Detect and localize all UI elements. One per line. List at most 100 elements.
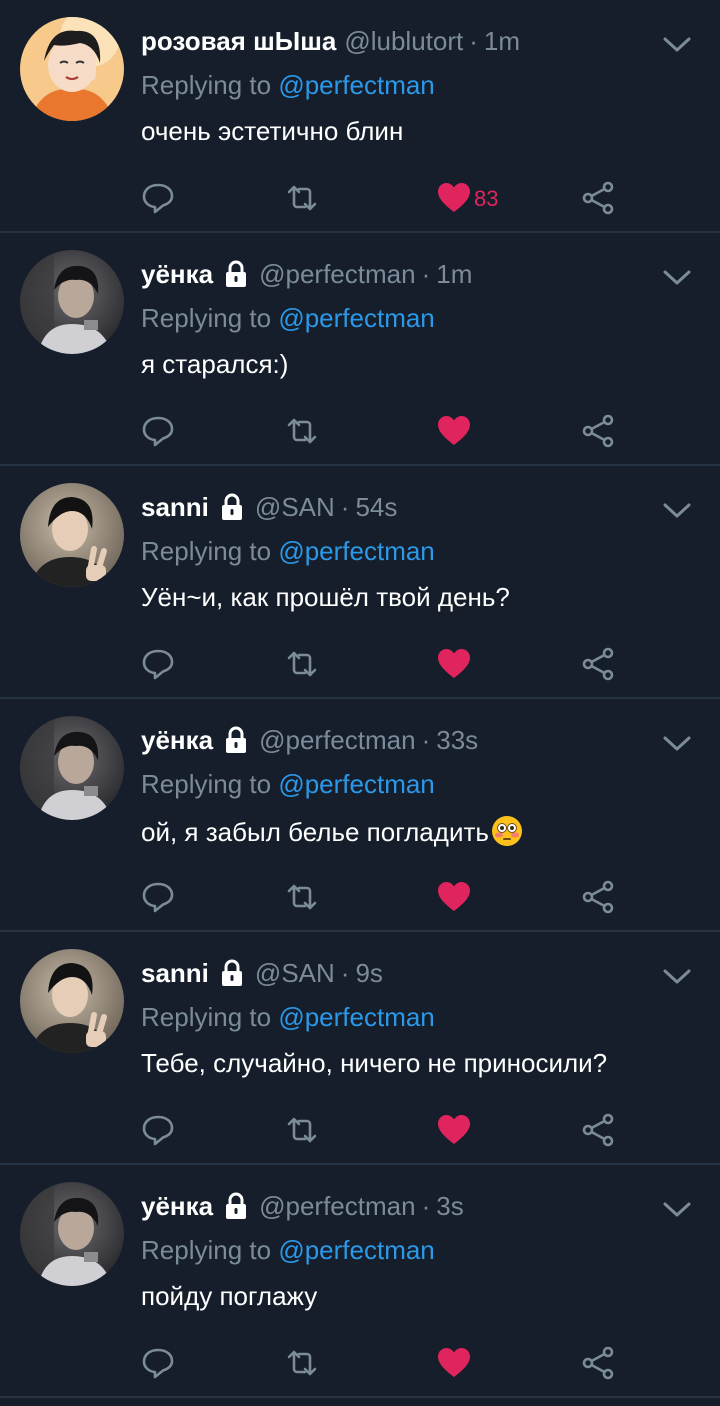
- like-button[interactable]: [436, 879, 516, 915]
- share-icon[interactable]: [580, 180, 616, 216]
- retweet-icon[interactable]: [284, 1112, 320, 1148]
- replying-label: Replying to: [141, 70, 272, 100]
- tweet-header: розовая шЫша @lublutort · 1m: [141, 24, 520, 58]
- display-name[interactable]: уёнка: [141, 725, 213, 756]
- retweet-icon[interactable]: [284, 646, 320, 682]
- retweet-icon[interactable]: [284, 413, 320, 449]
- user-handle[interactable]: @lublutort: [344, 26, 463, 57]
- timestamp[interactable]: 33s: [436, 725, 478, 756]
- reply-icon[interactable]: [140, 413, 176, 449]
- lock-icon: [217, 958, 247, 988]
- separator-dot: ·: [421, 724, 431, 755]
- share-icon[interactable]: [580, 879, 616, 915]
- avatar[interactable]: [20, 17, 124, 121]
- replying-label: Replying to: [141, 303, 272, 333]
- user-handle[interactable]: @perfectman: [259, 259, 415, 290]
- tweet-header: уёнка @perfectman · 3s: [141, 1189, 464, 1223]
- share-icon[interactable]: [580, 646, 616, 682]
- user-handle[interactable]: @perfectman: [259, 1191, 415, 1222]
- tweet-header: уёнка @perfectman · 33s: [141, 723, 478, 757]
- tweet-header: sanni @SAN · 9s: [141, 956, 383, 990]
- like-button[interactable]: [436, 646, 516, 682]
- tweet-item[interactable]: уёнка @perfectman · 3s Replying to @perf…: [0, 1165, 720, 1398]
- avatar[interactable]: [20, 483, 124, 587]
- share-icon[interactable]: [580, 1345, 616, 1381]
- photo-avatar-dark: [20, 716, 124, 820]
- action-bar: [0, 1096, 720, 1156]
- chevron-down-icon[interactable]: [660, 1195, 694, 1223]
- action-bar: [0, 1329, 720, 1389]
- tweet-item[interactable]: уёнка @perfectman · 1m Replying to @perf…: [0, 233, 720, 466]
- tweet-text: Тебе, случайно, ничего не приносили?: [141, 1048, 607, 1079]
- share-icon[interactable]: [580, 413, 616, 449]
- tweet-text: Уён~и, как прошёл твой день?: [141, 582, 510, 613]
- display-name[interactable]: sanni: [141, 958, 209, 989]
- lock-icon: [221, 1191, 251, 1221]
- mention-link[interactable]: @perfectman: [278, 70, 434, 100]
- heart-icon: [436, 1348, 472, 1385]
- tweet-item[interactable]: sanni @SAN · 9s Replying to @perfectman …: [0, 932, 720, 1165]
- chevron-down-icon[interactable]: [660, 729, 694, 757]
- like-button[interactable]: [436, 1112, 516, 1148]
- tweet-text-content: очень эстетично блин: [141, 116, 404, 146]
- timestamp[interactable]: 1m: [436, 259, 472, 290]
- avatar[interactable]: [20, 949, 124, 1053]
- display-name[interactable]: уёнка: [141, 1191, 213, 1222]
- separator-dot: ·: [340, 491, 350, 522]
- reply-icon[interactable]: [140, 180, 176, 216]
- heart-icon: [436, 649, 472, 686]
- avatar[interactable]: [20, 250, 124, 354]
- heart-icon: [436, 1115, 472, 1152]
- share-icon[interactable]: [580, 1112, 616, 1148]
- heart-icon: [436, 183, 472, 220]
- tweet-text: ой, я забыл белье погладить: [141, 815, 523, 848]
- mention-link[interactable]: @perfectman: [278, 536, 434, 566]
- anime-avatar: [20, 17, 124, 121]
- chevron-down-icon[interactable]: [660, 962, 694, 990]
- tweet-item[interactable]: sanni @SAN · 54s Replying to @perfectman…: [0, 466, 720, 699]
- chevron-down-icon[interactable]: [660, 30, 694, 58]
- chevron-down-icon[interactable]: [660, 263, 694, 291]
- user-handle[interactable]: @SAN: [255, 492, 335, 523]
- lock-icon: [217, 492, 247, 522]
- tweet-text: пойду поглажу: [141, 1281, 317, 1312]
- display-name[interactable]: розовая шЫша: [141, 26, 336, 57]
- retweet-icon[interactable]: [284, 1345, 320, 1381]
- user-handle[interactable]: @SAN: [255, 958, 335, 989]
- reply-icon[interactable]: [140, 1345, 176, 1381]
- replying-label: Replying to: [141, 1002, 272, 1032]
- user-handle[interactable]: @perfectman: [259, 725, 415, 756]
- heart-icon: [436, 882, 472, 919]
- mention-link[interactable]: @perfectman: [278, 1235, 434, 1265]
- timestamp[interactable]: 9s: [355, 958, 382, 989]
- like-button[interactable]: 83: [436, 180, 516, 216]
- like-button[interactable]: [436, 1345, 516, 1381]
- action-bar: [0, 630, 720, 690]
- display-name[interactable]: sanni: [141, 492, 209, 523]
- tweet-text: очень эстетично блин: [141, 116, 403, 147]
- replying-to: Replying to @perfectman: [141, 769, 435, 800]
- mention-link[interactable]: @perfectman: [278, 1002, 434, 1032]
- timestamp[interactable]: 1m: [484, 26, 520, 57]
- tweet-item[interactable]: розовая шЫша @lublutort · 1m Replying to…: [0, 0, 720, 233]
- heart-icon: [436, 416, 472, 453]
- tweet-text-content: Тебе, случайно, ничего не приносили?: [141, 1048, 608, 1078]
- mention-link[interactable]: @perfectman: [278, 769, 434, 799]
- timestamp[interactable]: 3s: [436, 1191, 463, 1222]
- lock-icon: [221, 259, 251, 289]
- replying-to: Replying to @perfectman: [141, 536, 435, 567]
- reply-icon[interactable]: [140, 879, 176, 915]
- tweet-item[interactable]: уёнка @perfectman · 33s Replying to @per…: [0, 699, 720, 932]
- timestamp[interactable]: 54s: [355, 492, 397, 523]
- tweet-text: я старался:): [141, 349, 288, 380]
- avatar[interactable]: [20, 716, 124, 820]
- avatar[interactable]: [20, 1182, 124, 1286]
- display-name[interactable]: уёнка: [141, 259, 213, 290]
- mention-link[interactable]: @perfectman: [278, 303, 434, 333]
- retweet-icon[interactable]: [284, 180, 320, 216]
- retweet-icon[interactable]: [284, 879, 320, 915]
- chevron-down-icon[interactable]: [660, 496, 694, 524]
- reply-icon[interactable]: [140, 1112, 176, 1148]
- like-button[interactable]: [436, 413, 516, 449]
- reply-icon[interactable]: [140, 646, 176, 682]
